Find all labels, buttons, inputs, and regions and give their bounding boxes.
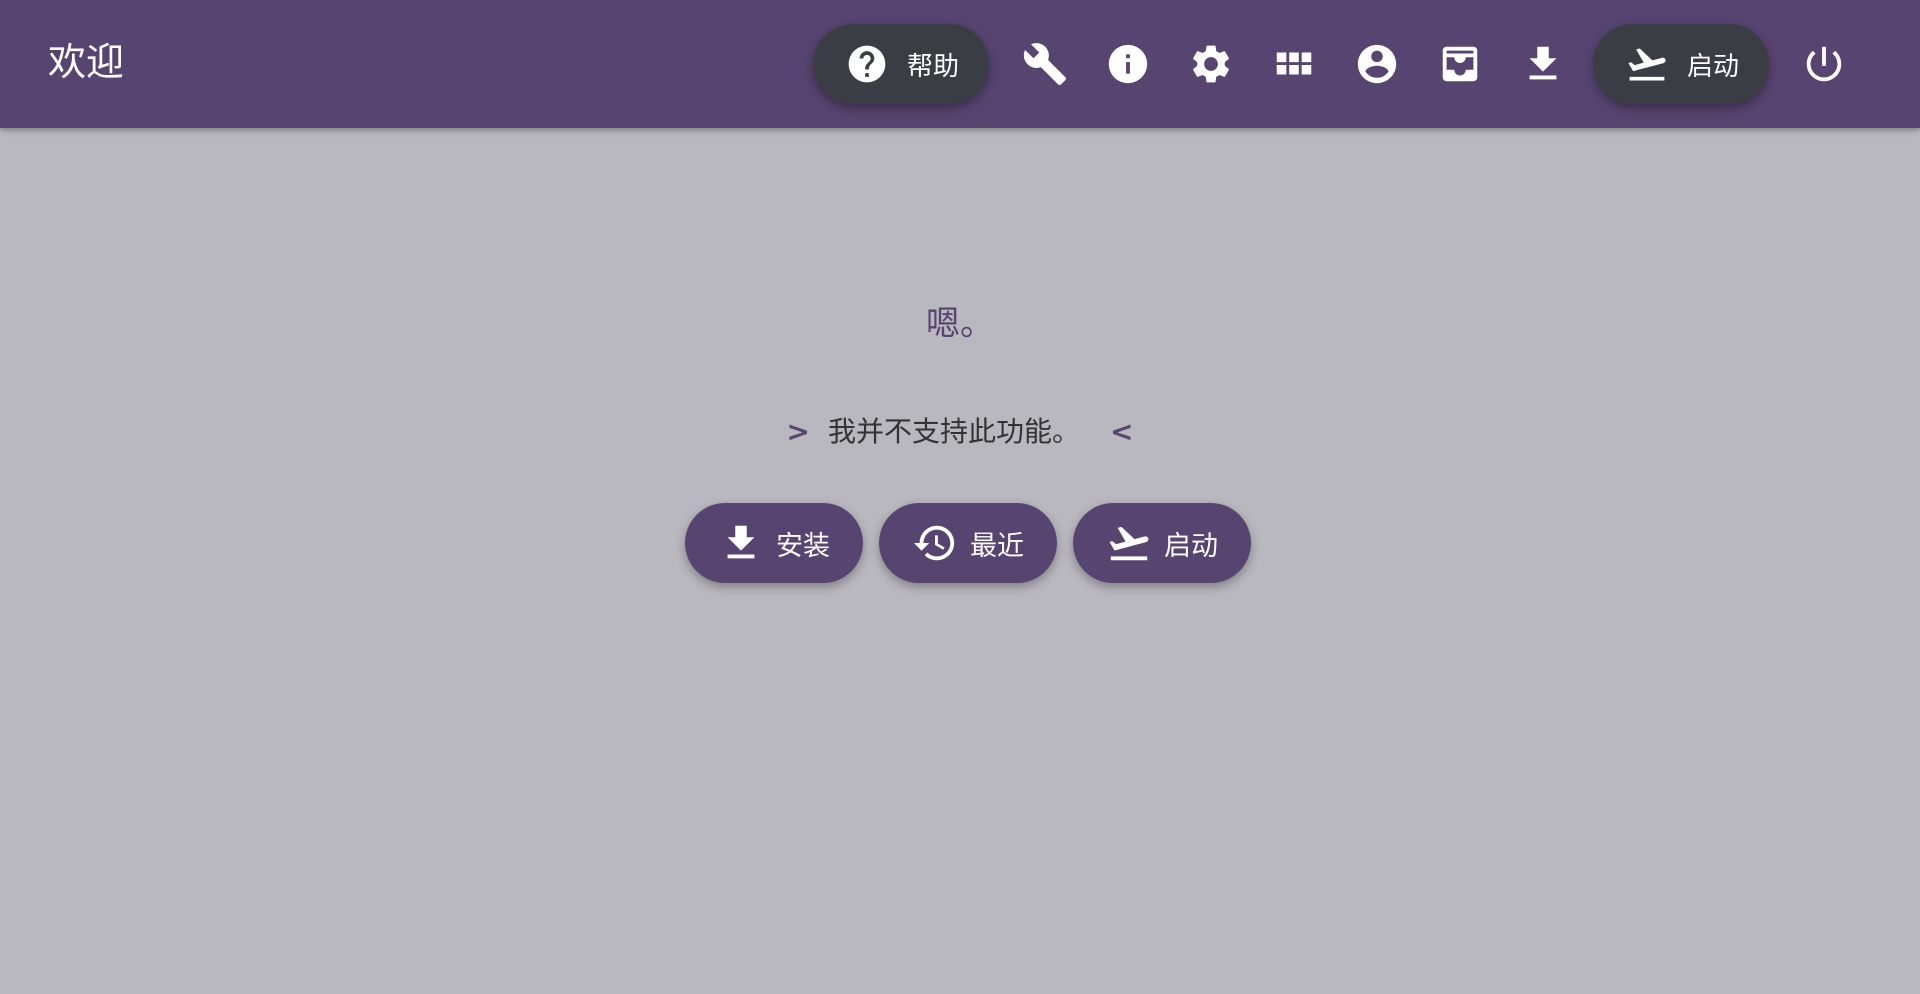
install-button-label: 安装	[776, 530, 830, 562]
wrench-icon	[1023, 43, 1067, 86]
download-button[interactable]	[1519, 40, 1567, 88]
top-app-bar: 欢迎 帮助 启动	[0, 0, 1920, 128]
help-button[interactable]: 帮助	[813, 24, 990, 104]
recent-button-label: 最近	[970, 530, 1024, 562]
account-button[interactable]	[1353, 40, 1401, 88]
inbox-icon	[1442, 46, 1478, 82]
recent-button[interactable]: 最近	[879, 503, 1057, 583]
page-title: 欢迎	[48, 40, 125, 84]
launch-button[interactable]: 启动	[1593, 24, 1770, 104]
history-icon	[913, 525, 955, 561]
gear-icon	[1193, 45, 1229, 83]
unsupported-message-text: 我并不支持此功能。	[827, 415, 1080, 448]
launch-button-label: 启动	[1687, 51, 1740, 82]
apps-button[interactable]	[1270, 40, 1318, 88]
flight-takeoff-icon	[1628, 48, 1666, 81]
settings-button[interactable]	[1187, 40, 1235, 88]
arrow-left-mark: >	[786, 415, 810, 448]
account-icon	[1357, 44, 1397, 84]
unsupported-message: > 我并不支持此功能。 <	[0, 412, 1920, 452]
power-icon	[1806, 46, 1842, 82]
help-button-label: 帮助	[907, 51, 960, 82]
launch-action-button[interactable]: 启动	[1073, 503, 1251, 583]
flight-takeoff-icon	[1109, 526, 1149, 561]
inbox-button[interactable]	[1436, 40, 1484, 88]
power-button[interactable]	[1800, 40, 1848, 88]
tools-button[interactable]	[1021, 40, 1069, 88]
arrow-right-mark: <	[1110, 415, 1134, 448]
install-button[interactable]: 安装	[685, 503, 863, 583]
help-icon	[848, 45, 886, 83]
message-heading: 嗯。	[926, 304, 994, 344]
launch-action-button-label: 启动	[1164, 530, 1218, 562]
apps-grid-icon	[1276, 52, 1312, 75]
info-icon	[1108, 44, 1148, 84]
info-button[interactable]	[1104, 40, 1152, 88]
download-icon	[1529, 46, 1557, 80]
action-buttons: 安装 最近 启动	[685, 503, 1251, 583]
download-icon	[727, 525, 755, 559]
